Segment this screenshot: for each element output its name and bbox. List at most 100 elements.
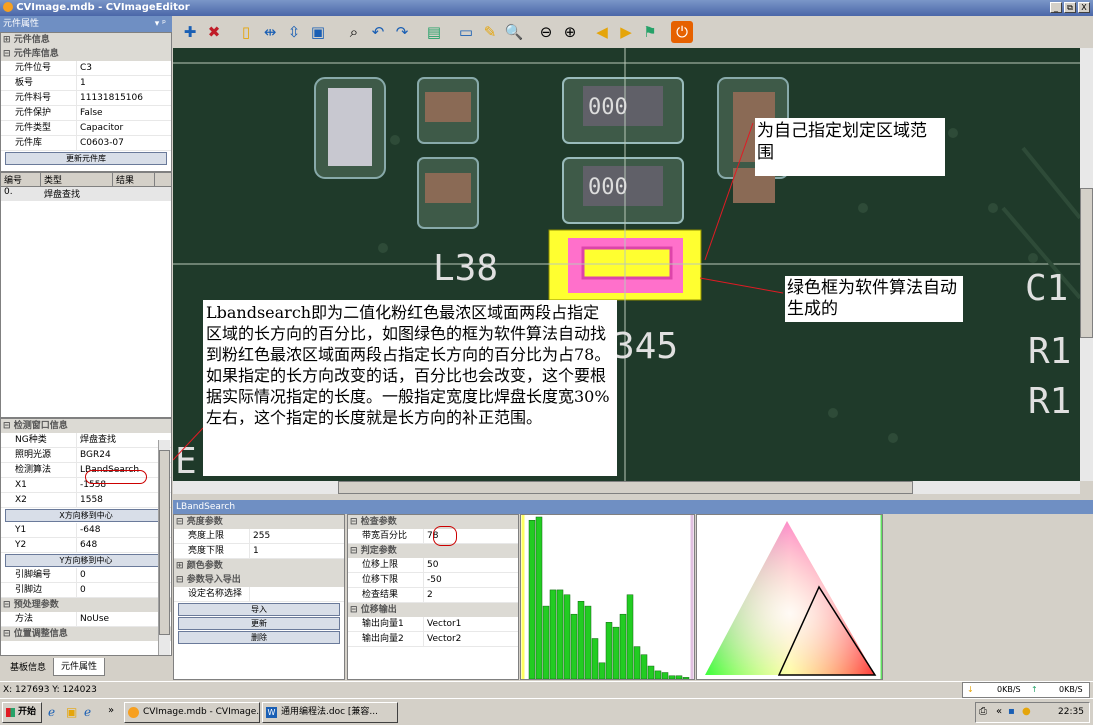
prop-row[interactable]: X2 1558 [1,493,171,508]
book-icon[interactable]: ▤ [423,21,445,43]
edit-icon[interactable]: ✎ [479,21,501,43]
col-header[interactable]: 结果 [113,173,155,186]
prop-row[interactable]: 引脚编号 0 [1,568,171,583]
arrow-left-icon[interactable]: ◀ [591,21,613,43]
qq-icon[interactable]: ● [1022,706,1031,717]
prop-row[interactable]: 位移上限 50 [348,558,518,573]
browser-icon[interactable]: ℯ [84,705,91,719]
zoom-page-icon[interactable]: ⌕ [343,21,365,43]
folder-icon[interactable]: ▣ [66,705,77,719]
section-detect[interactable]: ⊟ 检测窗口信息 [1,419,171,433]
network-icon[interactable]: ▪ [1008,706,1015,717]
maximize-button[interactable]: ⧉ [1064,2,1076,13]
section-bright[interactable]: ⊟ 亮度参数 [174,515,344,529]
histogram-bar [661,672,669,680]
flag-icon[interactable]: ⚑ [639,21,661,43]
task-cvimage[interactable]: CVImage.mdb - CVImage... [124,702,260,723]
method-row[interactable]: 方法 NoUse [1,612,171,627]
prop-row[interactable]: 亮度下限 1 [174,544,344,559]
zoom-out-icon[interactable]: ⊖ [535,21,557,43]
prop-key: 设定名称选择 [188,589,243,599]
left-tabs: 基板信息 元件属性 [0,658,172,678]
redo-icon[interactable]: ↷ [391,21,413,43]
section-io[interactable]: ⊟ 参数导入导出 [174,573,344,587]
prop-row[interactable]: 位移下限 -50 [348,573,518,588]
update-library-button[interactable]: 更新元件库 [5,152,167,165]
label-r1a: R1 [1028,331,1071,372]
label-000b: 000 [588,175,628,200]
ie-icon[interactable]: ℯ [48,705,55,719]
prop-row[interactable]: 输出向量2 Vector2 [348,632,518,647]
task-doc[interactable]: W 通用编程法.doc [兼容... [262,702,398,723]
fit-height-icon[interactable]: ⇳ [283,21,305,43]
canvas-hscroll[interactable] [173,481,1080,494]
canvas-vscroll[interactable] [1080,48,1093,481]
power-icon[interactable]: ⏻ [671,21,693,43]
x-center-button[interactable]: X方向移到中心 [5,509,167,522]
page-icon[interactable]: ▯ [235,21,257,43]
section-label: 颜色参数 [186,561,223,571]
printer-icon[interactable]: ⎙ [979,706,987,717]
y-center-button[interactable]: Y方向移到中心 [5,554,167,567]
close-button[interactable]: X [1078,2,1090,13]
delete-icon[interactable]: ✖ [203,21,225,43]
prop-row[interactable]: 亮度上限 255 [174,529,344,544]
zoom-in-icon[interactable]: ⊕ [559,21,581,43]
pin-icon[interactable]: ▾ ᵖ [155,16,166,32]
prop-value: 50 [423,558,518,572]
document-icon[interactable]: ▭ [455,21,477,43]
histogram-bar [640,654,648,680]
prop-row[interactable]: 引脚边 0 [1,583,171,598]
prop-row[interactable]: 元件保护 False [1,106,171,121]
start-button[interactable]: 开始 [2,702,42,723]
section-color[interactable]: ⊞ 颜色参数 [174,559,344,573]
tab-board-info[interactable]: 基板信息 [3,660,53,676]
prop-row[interactable]: 照明光源 BGR24 [1,448,171,463]
col-header[interactable]: 编号 [1,173,41,186]
io-row[interactable]: 设定名称选择 [174,587,344,602]
list-item[interactable]: 0. 焊盘查找 [1,187,171,201]
window-icon[interactable]: ▣ [307,21,329,43]
image-canvas[interactable]: L38 345 C1 R1 R1 E 000 000 为自己指定划定区域范围 绿… [173,48,1080,481]
add-icon[interactable]: ✚ [179,21,201,43]
histogram-bar [528,519,536,680]
update-button[interactable]: 更新 [178,617,340,630]
prop-value: False [76,106,171,120]
fit-width-icon[interactable]: ⇹ [259,21,281,43]
prop-row[interactable]: Y1 -648 [1,523,171,538]
prop-row[interactable]: 元件库 C0603-07 [1,136,171,151]
col-header[interactable]: 类型 [41,173,113,186]
prop-row[interactable]: 元件类型 Capacitor [1,121,171,136]
arrow-right-icon[interactable]: ▶ [615,21,637,43]
section-judge[interactable]: ⊟ 判定参数 [348,544,518,558]
section-check[interactable]: ⊟ 检查参数 [348,515,518,529]
undo-icon[interactable]: ↶ [367,21,389,43]
prop-row[interactable]: 板号 1 [1,76,171,91]
quicklaunch-more[interactable]: » [108,705,114,716]
section-output[interactable]: ⊟ 位移输出 [348,603,518,617]
detect-scrollbar[interactable] [158,440,170,655]
tab-component-props[interactable]: 元件属性 [53,658,105,676]
prop-row[interactable]: 检查结果 2 [348,588,518,603]
prop-row[interactable]: 元件位号 C3 [1,61,171,76]
section-library[interactable]: ⊟ 元件库信息 [1,47,171,61]
lang-icon[interactable]: « [996,706,1002,717]
item-result [113,187,155,201]
prop-value: 1 [76,76,171,90]
search-icon[interactable]: 🔍 [503,21,525,43]
prop-row[interactable]: Y2 648 [1,538,171,553]
prop-row[interactable]: 元件料号 11131815106 [1,91,171,106]
section-component[interactable]: ⊞ 元件信息 [1,33,171,47]
import-button[interactable]: 导入 [178,603,340,616]
prop-row[interactable]: NG种类 焊盘查找 [1,433,171,448]
prop-value: -648 [76,523,171,537]
label-r1b: R1 [1028,381,1071,422]
section-preprocess[interactable]: ⊟ 预处理参数 [1,598,171,612]
prop-row[interactable]: 输出向量1 Vector1 [348,617,518,632]
minimize-button[interactable]: _ [1050,2,1062,13]
prop-key: 元件料号 [15,93,52,103]
section-position[interactable]: ⊟ 位置调整信息 [1,627,171,641]
prop-key: 亮度上限 [188,531,225,541]
delete-button[interactable]: 删除 [178,631,340,644]
start-label: 开始 [18,707,37,717]
